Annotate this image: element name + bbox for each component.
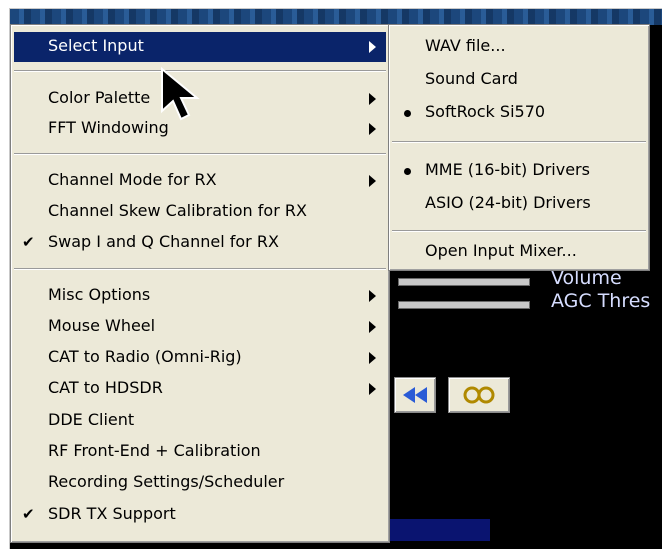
submenu-arrow-icon [369,93,376,105]
menu-separator [14,153,386,155]
menu-separator [14,268,386,270]
menu-item-misc-options[interactable]: Misc Options [14,281,386,311]
menu-item-dde-client[interactable]: DDE Client [14,406,386,436]
submenu-item-sound-card[interactable]: Sound Card [392,65,646,95]
menu-item-swap-iq[interactable]: ✔ Swap I and Q Channel for RX [14,228,386,258]
menu-item-channel-mode[interactable]: Channel Mode for RX [14,166,386,196]
submenu-item-mme-drivers[interactable]: MME (16-bit) Drivers [392,156,646,186]
submenu-arrow-icon [369,383,376,395]
menu-item-channel-skew[interactable]: Channel Skew Calibration for RX [14,197,386,227]
submenu-arrow-icon [369,290,376,302]
check-icon: ✔ [22,233,35,251]
select-input-submenu: WAV file... Sound Card SoftRock Si570 MM… [388,24,650,271]
agc-threshold-slider[interactable] [398,301,530,309]
submenu-item-asio-drivers[interactable]: ASIO (24-bit) Drivers [392,189,646,219]
submenu-arrow-icon [369,352,376,364]
submenu-arrow-icon [369,175,376,187]
rewind-icon [403,387,427,403]
menu-separator [392,141,646,143]
menu-item-cat-hdsdr[interactable]: CAT to HDSDR [14,374,386,404]
menu-item-recording-settings[interactable]: Recording Settings/Scheduler [14,468,386,498]
menu-separator [392,230,646,232]
app-window: Volume AGC Thres Select Input Color Pale… [9,8,662,549]
menu-item-mouse-wheel[interactable]: Mouse Wheel [14,312,386,342]
menu-item-rf-front-end[interactable]: RF Front-End + Calibration [14,437,386,467]
submenu-arrow-icon [369,123,376,135]
menu-item-cat-radio[interactable]: CAT to Radio (Omni-Rig) [14,343,386,373]
loop-icon [463,386,495,404]
loop-button[interactable] [448,377,510,413]
volume-slider[interactable] [398,278,530,286]
radio-bullet-icon [404,110,411,117]
agc-threshold-label: AGC Thres [551,290,651,312]
radio-bullet-icon [404,168,411,175]
menu-item-select-input[interactable]: Select Input [14,32,386,62]
mouse-cursor-icon [161,67,200,121]
submenu-arrow-icon [369,321,376,333]
rewind-button[interactable] [394,377,436,413]
menu-item-sdr-tx-support[interactable]: ✔ SDR TX Support [14,500,386,530]
submenu-item-open-input-mixer[interactable]: Open Input Mixer... [392,237,646,267]
submenu-item-wav-file[interactable]: WAV file... [392,32,646,62]
submenu-item-softrock[interactable]: SoftRock Si570 [392,98,646,128]
check-icon: ✔ [22,505,35,523]
title-strip [10,9,662,25]
submenu-arrow-icon [369,41,376,53]
